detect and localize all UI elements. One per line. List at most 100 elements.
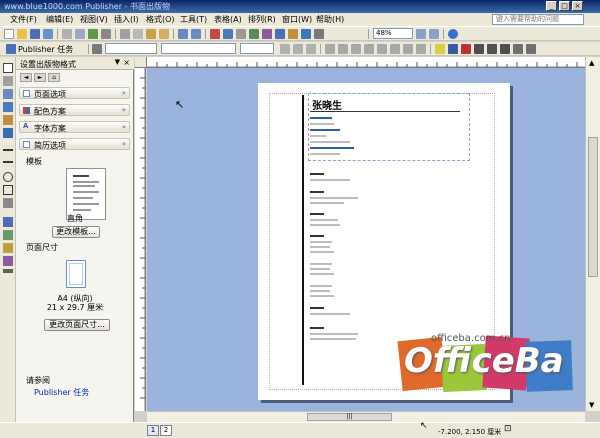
content-library-icon[interactable] bbox=[3, 256, 13, 266]
vertical-ruler[interactable] bbox=[135, 68, 146, 411]
rotate-icon[interactable] bbox=[236, 29, 246, 39]
save-icon[interactable] bbox=[30, 29, 40, 39]
new-icon[interactable] bbox=[4, 29, 14, 39]
maximize-button[interactable]: □ bbox=[559, 1, 570, 11]
menu-edit[interactable]: 编辑(E) bbox=[46, 14, 73, 25]
help-icon[interactable] bbox=[448, 29, 458, 39]
autoshapes-icon[interactable] bbox=[3, 198, 13, 208]
minimize-button[interactable]: _ bbox=[546, 1, 557, 11]
line-color-icon[interactable] bbox=[448, 44, 458, 54]
paste-icon[interactable] bbox=[146, 29, 156, 39]
3d-style-icon[interactable] bbox=[526, 44, 536, 54]
font-select[interactable] bbox=[161, 43, 236, 54]
print-preview-icon[interactable] bbox=[75, 29, 85, 39]
picture-icon[interactable] bbox=[288, 29, 298, 39]
menu-window[interactable]: 窗口(W) bbox=[282, 14, 312, 25]
task-pane-icon[interactable] bbox=[6, 44, 16, 54]
menu-arrange[interactable]: 排列(R) bbox=[248, 14, 276, 25]
align-center-icon[interactable] bbox=[338, 44, 348, 54]
print-icon[interactable] bbox=[62, 29, 72, 39]
publisher-tasks-link[interactable]: Publisher 任务 bbox=[34, 387, 89, 398]
shadow-style-icon[interactable] bbox=[513, 44, 523, 54]
fill-color-icon[interactable] bbox=[435, 44, 445, 54]
bold-icon[interactable] bbox=[280, 44, 290, 54]
style-select[interactable] bbox=[105, 43, 157, 54]
section-page-options[interactable]: 页面选项 » bbox=[19, 87, 130, 99]
arrow-tool-icon[interactable] bbox=[3, 161, 13, 163]
change-template-button[interactable]: 更改模板... bbox=[52, 226, 100, 238]
hotspot-icon[interactable] bbox=[3, 217, 13, 227]
help-search-box[interactable]: 键入需要帮助的问题 bbox=[492, 14, 584, 25]
back-icon[interactable]: ◄ bbox=[20, 73, 32, 82]
forward-icon[interactable]: ► bbox=[34, 73, 46, 82]
page-tab-1[interactable]: 1 bbox=[147, 425, 159, 436]
undo-icon[interactable] bbox=[178, 29, 188, 39]
publisher-tasks-button[interactable]: Publisher 任务 bbox=[18, 44, 73, 55]
italic-icon[interactable] bbox=[293, 44, 303, 54]
chevron-down-icon[interactable]: ▼ bbox=[115, 58, 120, 66]
line-style-icon[interactable] bbox=[474, 44, 484, 54]
ruler-corner[interactable] bbox=[135, 57, 147, 68]
dash-style-icon[interactable] bbox=[487, 44, 497, 54]
line-tool-icon[interactable] bbox=[3, 149, 13, 151]
increase-indent-icon[interactable] bbox=[416, 44, 426, 54]
hyperlink-icon[interactable] bbox=[249, 29, 259, 39]
vertical-scrollbar[interactable]: ▲ ▼ bbox=[585, 57, 600, 411]
wordart-tool-icon[interactable] bbox=[3, 102, 13, 112]
vertical-scroll-thumb[interactable] bbox=[588, 137, 598, 277]
more-buttons-icon[interactable] bbox=[3, 269, 13, 273]
zoom-out-icon[interactable] bbox=[416, 29, 426, 39]
section-font-scheme[interactable]: A 字体方案 » bbox=[19, 121, 130, 133]
menu-file[interactable]: 文件(F) bbox=[10, 14, 37, 25]
horizontal-ruler[interactable] bbox=[147, 57, 585, 68]
menu-view[interactable]: 视图(V) bbox=[80, 14, 108, 25]
home-icon[interactable]: ⌂ bbox=[48, 73, 60, 82]
insert-table-icon[interactable] bbox=[3, 89, 13, 99]
horizontal-scroll-thumb[interactable]: ||| bbox=[307, 413, 392, 421]
close-button[interactable]: × bbox=[572, 1, 583, 11]
special-chars-icon[interactable] bbox=[314, 29, 324, 39]
picture-frame-icon[interactable] bbox=[3, 115, 13, 125]
scroll-up-icon[interactable]: ▲ bbox=[589, 59, 594, 67]
menu-tools[interactable]: 工具(T) bbox=[180, 14, 207, 25]
zoom-in-icon[interactable] bbox=[429, 29, 439, 39]
select-icon[interactable] bbox=[3, 63, 13, 73]
cut-icon[interactable] bbox=[120, 29, 130, 39]
menu-insert[interactable]: 插入(I) bbox=[114, 14, 139, 25]
table-icon[interactable] bbox=[275, 29, 285, 39]
horizontal-scrollbar[interactable]: ||| bbox=[147, 411, 585, 422]
justify-icon[interactable] bbox=[364, 44, 374, 54]
font-color-icon[interactable] bbox=[461, 44, 471, 54]
format-painter-icon[interactable] bbox=[159, 29, 169, 39]
styles-icon[interactable] bbox=[92, 44, 102, 54]
bullets-icon[interactable] bbox=[390, 44, 400, 54]
menu-table[interactable]: 表格(A) bbox=[214, 14, 242, 25]
section-resume-options[interactable]: 简历选项 « bbox=[19, 138, 130, 150]
underline-icon[interactable] bbox=[306, 44, 316, 54]
menu-format[interactable]: 格式(O) bbox=[146, 14, 175, 25]
open-icon[interactable] bbox=[17, 29, 27, 39]
mail-icon[interactable] bbox=[43, 29, 53, 39]
align-left-icon[interactable] bbox=[325, 44, 335, 54]
spelling-icon[interactable] bbox=[88, 29, 98, 39]
text-box-icon[interactable] bbox=[3, 76, 13, 86]
copy-icon[interactable] bbox=[133, 29, 143, 39]
research-icon[interactable] bbox=[101, 29, 111, 39]
wordart-icon[interactable] bbox=[301, 29, 311, 39]
resume-name[interactable]: 张晓生 bbox=[312, 97, 342, 112]
change-page-size-button[interactable]: 更改页面尺寸... bbox=[44, 319, 110, 331]
rectangle-tool-icon[interactable] bbox=[3, 185, 13, 195]
decrease-indent-icon[interactable] bbox=[403, 44, 413, 54]
columns-icon[interactable] bbox=[262, 29, 272, 39]
redo-icon[interactable] bbox=[191, 29, 201, 39]
oval-tool-icon[interactable] bbox=[3, 172, 13, 182]
arrow-style-icon[interactable] bbox=[500, 44, 510, 54]
clip-art-icon[interactable] bbox=[3, 128, 13, 138]
numbering-icon[interactable] bbox=[377, 44, 387, 54]
zoom-select[interactable]: 48% bbox=[373, 28, 413, 39]
align-right-icon[interactable] bbox=[351, 44, 361, 54]
form-control-icon[interactable] bbox=[3, 230, 13, 240]
send-back-icon[interactable] bbox=[223, 29, 233, 39]
font-size-select[interactable] bbox=[240, 43, 274, 54]
section-color-scheme[interactable]: 配色方案 » bbox=[19, 104, 130, 116]
